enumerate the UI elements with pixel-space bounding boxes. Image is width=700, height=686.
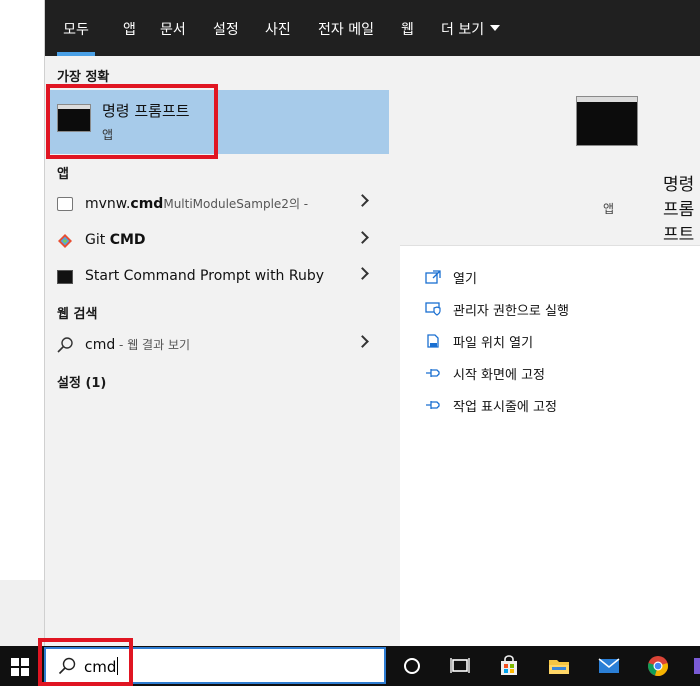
best-match-header: 가장 정확: [57, 70, 110, 85]
mail-icon[interactable]: [597, 654, 621, 678]
detail-pane: 명령 프롬프트 앱 열기 관리자 권한으로 실행 파일 위치 열기 시작 화면에…: [400, 70, 700, 646]
tab-apps[interactable]: 앱: [123, 0, 136, 56]
chevron-right-icon[interactable]: [356, 267, 369, 280]
list-item-label: Start Command Prompt with Ruby: [85, 268, 325, 284]
tab-all[interactable]: 모두: [57, 0, 95, 56]
windows-start-icon[interactable]: [11, 658, 29, 676]
settings-header[interactable]: 설정 (1): [57, 372, 106, 391]
tab-documents[interactable]: 문서: [160, 0, 186, 56]
action-label: 파일 위치 열기: [453, 336, 534, 351]
list-item[interactable]: mvnw.cmdMultiModuleSample2의 -: [45, 186, 389, 222]
tab-photos[interactable]: 사진: [265, 0, 291, 56]
open-icon: [425, 270, 441, 284]
highlight-box-best-match: [46, 84, 218, 159]
tab-more[interactable]: 더 보기: [441, 0, 501, 56]
desktop-background-lower: [0, 580, 44, 646]
app-icon-partial[interactable]: [692, 654, 700, 678]
list-item[interactable]: Start Command Prompt with Ruby: [45, 259, 389, 295]
store-icon[interactable]: [497, 654, 521, 678]
tab-more-label: 더 보기: [441, 22, 485, 38]
action-label: 시작 화면에 고정: [453, 368, 545, 383]
desktop-background: [0, 0, 44, 580]
file-location-icon: [427, 334, 439, 348]
search-icon: [57, 337, 73, 353]
filter-bar: 모두 앱 문서 설정 사진 전자 메일 웹 더 보기: [45, 0, 700, 56]
pin-icon: [426, 401, 440, 409]
web-search-item[interactable]: cmd - 웹 결과 보기: [45, 327, 389, 363]
action-label: 관리자 권한으로 실행: [453, 304, 569, 319]
file-explorer-icon[interactable]: [547, 654, 571, 678]
pin-icon: [426, 369, 440, 377]
caret-down-icon: [490, 25, 501, 31]
command-prompt-large-icon: [576, 96, 638, 146]
chevron-right-icon[interactable]: [356, 194, 369, 207]
list-item-label: mvnw.cmdMultiModuleSample2의 -: [85, 196, 309, 212]
file-icon: [57, 197, 73, 211]
detail-subtitle: 앱: [603, 202, 615, 216]
action-label: 열기: [453, 272, 477, 287]
highlight-box-search: [38, 638, 133, 686]
detail-header: 명령 프롬프트 앱: [400, 70, 700, 246]
git-icon: [58, 234, 72, 248]
shield-icon: [425, 302, 441, 316]
chrome-icon[interactable]: [646, 654, 670, 678]
detail-title: 명령 프롬프트: [663, 175, 695, 245]
list-item[interactable]: Git CMD: [45, 223, 389, 259]
tab-web[interactable]: 웹: [401, 0, 414, 56]
console-icon: [57, 270, 73, 284]
cortana-icon[interactable]: [400, 654, 424, 678]
chevron-right-icon[interactable]: [356, 335, 369, 348]
tab-email[interactable]: 전자 메일: [318, 0, 374, 56]
apps-header: 앱: [57, 167, 69, 182]
task-view-icon[interactable]: [448, 654, 472, 678]
web-search-label: cmd - 웹 결과 보기: [85, 337, 191, 353]
list-item-label: Git CMD: [85, 232, 146, 248]
chevron-right-icon[interactable]: [356, 231, 369, 244]
web-search-header: 웹 검색: [57, 307, 98, 322]
tab-settings[interactable]: 설정: [213, 0, 239, 56]
screen: 모두 앱 문서 설정 사진 전자 메일 웹 더 보기 가장 정확 명령 프롬프트…: [0, 0, 700, 686]
action-label: 작업 표시줄에 고정: [453, 400, 557, 415]
